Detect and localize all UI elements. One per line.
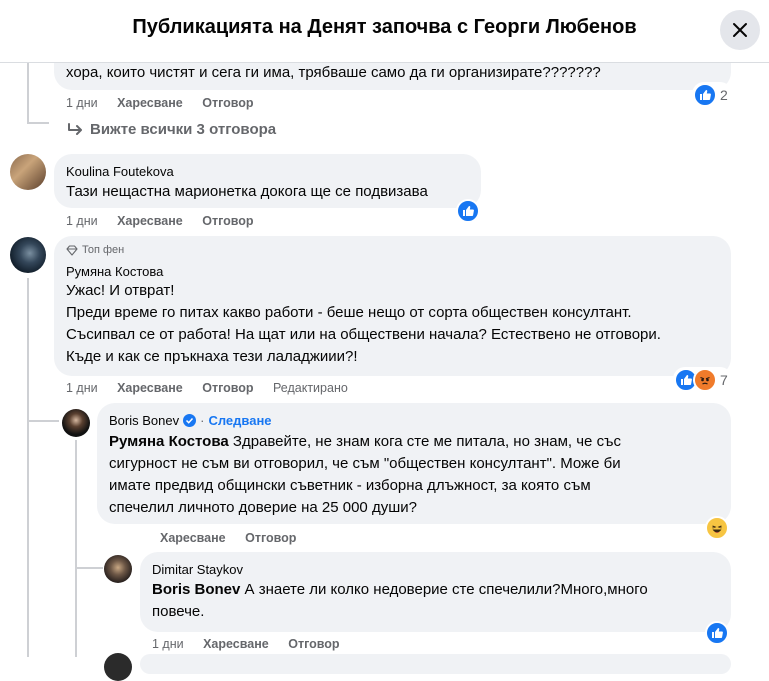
thread-line [27, 420, 59, 422]
comment-actions: 1 дни Харесване Отговор [152, 637, 356, 651]
comment-line: Съсипвал се от работа! На щат или на общ… [66, 326, 661, 343]
avatar[interactable] [10, 154, 46, 190]
avatar[interactable] [104, 555, 132, 583]
thread-line [27, 62, 29, 124]
comment-actions: 1 дни Харесване Отговор [66, 96, 270, 110]
verified-badge-icon [183, 414, 197, 427]
close-button[interactable] [720, 10, 760, 50]
avatar[interactable] [104, 653, 132, 681]
reply-button[interactable]: Отговор [202, 214, 253, 228]
badge-label: Топ фен [82, 244, 125, 256]
like-button[interactable]: Харесване [117, 381, 183, 395]
comment-author-row: Boris Bonev · Следване [109, 413, 272, 428]
comment-line: сигурност не съм ви отговорил, че съм "о… [109, 455, 621, 472]
comment-line: повече. [152, 603, 205, 620]
like-reaction-icon [705, 621, 729, 645]
reply-button[interactable]: Отговор [202, 381, 253, 395]
angry-reaction-icon [693, 368, 717, 392]
comment-text: Ужас! И отврат! Преди време го питах как… [66, 280, 661, 368]
comment-text: хора, които чистят и сега ги има, трябва… [66, 64, 601, 81]
dialog-title: Публикацията на Денят започва с Георги Л… [132, 16, 637, 38]
edited-label: Редактирано [273, 381, 348, 395]
haha-reaction-icon [705, 516, 729, 540]
reaction-summary[interactable]: 2 [692, 82, 732, 108]
comment-bubble: Топ фен Румяна Костова Ужас! И отврат! П… [54, 236, 731, 376]
reaction-count: 7 [720, 372, 728, 388]
reaction-summary[interactable] [705, 516, 729, 540]
reaction-summary[interactable] [705, 621, 729, 645]
like-reaction-icon [693, 83, 717, 107]
comment-line: спечелил личното доверие на 25 000 души? [109, 499, 417, 516]
like-button[interactable]: Харесване [203, 637, 269, 651]
like-button[interactable]: Харесване [117, 96, 183, 110]
comment-line: Къде и как се пръкнаха тези лаладжиии?! [66, 348, 358, 365]
like-button[interactable]: Харесване [160, 531, 226, 545]
comment-time[interactable]: 1 дни [66, 96, 98, 110]
thread-line [75, 440, 77, 657]
dialog-header: Публикацията на Денят започва с Георги Л… [0, 0, 769, 63]
like-reaction-icon [456, 199, 480, 223]
avatar[interactable] [62, 409, 90, 437]
diamond-icon [66, 244, 78, 256]
comment-author[interactable]: Koulina Foutekova [66, 164, 174, 179]
comment-actions: 1 дни Харесване Отговор [66, 214, 270, 228]
comment-actions: 1 дни Харесване Отговор Редактирано [66, 381, 364, 395]
avatar[interactable] [10, 237, 46, 273]
comment-line: Boris Bonev А знаете ли колко недоверие … [152, 581, 648, 598]
view-replies-label: Вижте всички 3 отговора [90, 121, 277, 138]
reaction-summary[interactable] [456, 199, 480, 223]
thread-line [27, 278, 29, 657]
comment-text: Тази нещастна марионетка докога ще се по… [66, 183, 428, 200]
top-fan-badge: Топ фен [66, 244, 124, 256]
comment-text: Boris Bonev А знаете ли колко недоверие … [152, 579, 648, 623]
comment-line: Преди време го питах какво работи - беше… [66, 304, 632, 321]
close-icon [733, 23, 747, 37]
reply-button[interactable]: Отговор [245, 531, 296, 545]
follow-button[interactable]: Следване [208, 413, 271, 428]
comment-line: Ужас! И отврат! [66, 282, 175, 299]
view-replies-link[interactable]: Вижте всички 3 отговора [66, 121, 276, 138]
reaction-count: 2 [720, 87, 728, 103]
comment-bubble [140, 654, 731, 674]
reaction-summary[interactable]: 7 [673, 367, 732, 393]
comment-text: Румяна Костова Здравейте, не знам кога с… [109, 431, 621, 519]
comment-author[interactable]: Boris Bonev [109, 413, 179, 428]
comment-time[interactable]: 1 дни [66, 381, 98, 395]
comment-author[interactable]: Dimitar Staykov [152, 562, 243, 577]
thread-line [75, 567, 103, 569]
reply-button[interactable]: Отговор [202, 96, 253, 110]
comment-line: имате предвид общински съветник - изборн… [109, 477, 591, 494]
comment-author[interactable]: Румяна Костова [66, 264, 163, 279]
like-button[interactable]: Харесване [117, 214, 183, 228]
mention-link[interactable]: Boris Bonev [152, 581, 240, 598]
reply-arrow-icon [68, 122, 82, 135]
comment-actions: Харесване Отговор [160, 531, 312, 545]
comment-line: Румяна Костова Здравейте, не знам кога с… [109, 433, 621, 450]
comment-time[interactable]: 1 дни [152, 637, 184, 651]
comment-bubble: Koulina Foutekova Тази нещастна марионет… [54, 154, 481, 208]
reply-button[interactable]: Отговор [288, 637, 339, 651]
comment-time[interactable]: 1 дни [66, 214, 98, 228]
mention-link[interactable]: Румяна Костова [109, 433, 229, 450]
comment-bubble: Boris Bonev · Следване Румяна Костова Зд… [97, 403, 731, 524]
comment-bubble: Dimitar Staykov Boris Bonev А знаете ли … [140, 552, 731, 632]
thread-line [27, 122, 49, 124]
